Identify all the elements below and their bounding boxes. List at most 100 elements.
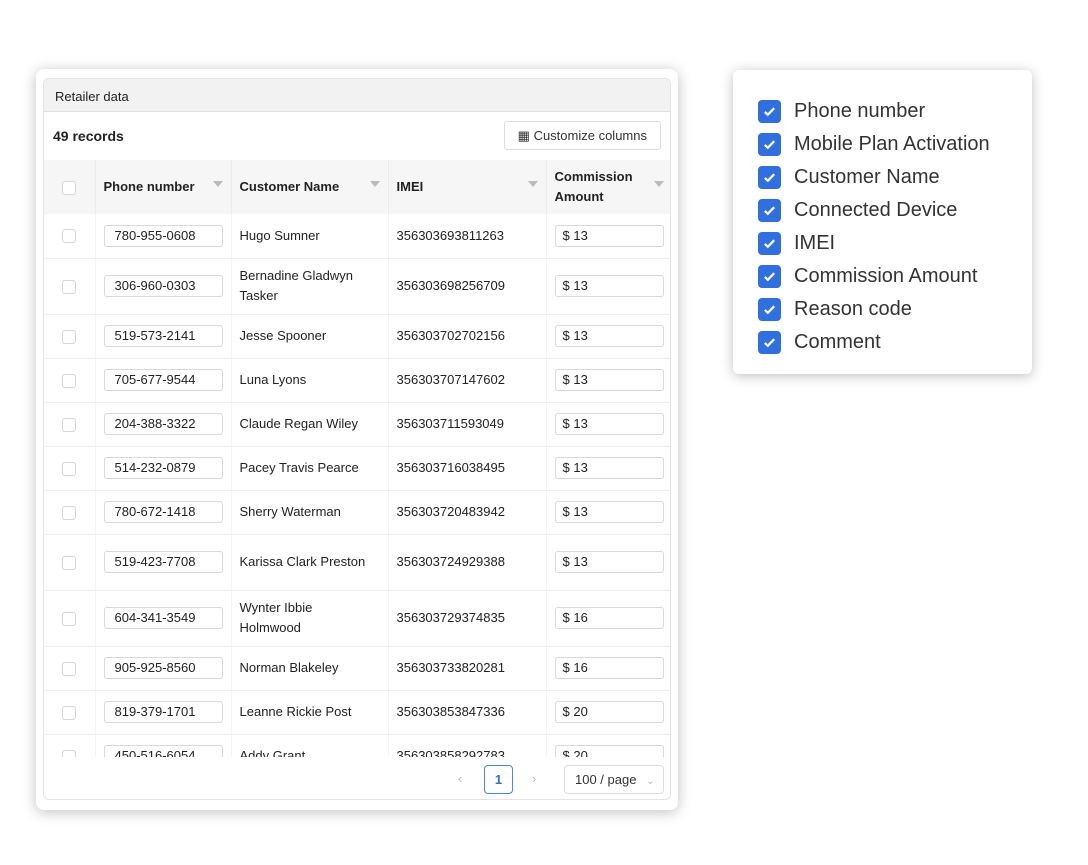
row-select-cell bbox=[44, 646, 96, 691]
checked-checkbox-icon[interactable] bbox=[758, 166, 781, 189]
phone-input[interactable]: 514-232-0879 bbox=[103, 457, 223, 479]
phone-input[interactable]: 780-955-0608 bbox=[103, 224, 223, 247]
customer-name-cell: Hugo Sumner bbox=[231, 214, 389, 259]
phone-input[interactable]: 705-677-9544 bbox=[103, 369, 223, 391]
column-header-imei[interactable]: IMEI bbox=[388, 160, 547, 214]
row-checkbox[interactable] bbox=[62, 417, 76, 432]
filter-icon[interactable] bbox=[212, 181, 223, 187]
table-row[interactable]: 780-672-1418 Sherry Waterman 35630372048… bbox=[44, 490, 670, 535]
commission-input[interactable]: $ 16 bbox=[554, 657, 664, 679]
checked-checkbox-icon[interactable] bbox=[758, 265, 781, 288]
commission-input[interactable]: $ 16 bbox=[554, 607, 664, 629]
phone-input[interactable]: 450-516-6054 bbox=[103, 745, 223, 757]
row-checkbox[interactable] bbox=[62, 461, 76, 476]
column-header-phone[interactable]: Phone number bbox=[95, 160, 232, 214]
prev-page-button[interactable]: ‹ bbox=[458, 771, 462, 786]
column-option[interactable]: Phone number bbox=[733, 95, 1032, 128]
phone-input[interactable]: 306-960-0303 bbox=[103, 275, 223, 297]
commission-input[interactable]: $ 13 bbox=[554, 551, 664, 573]
imei-cell: 356303720483942 bbox=[388, 490, 547, 535]
row-checkbox[interactable] bbox=[62, 611, 76, 626]
row-checkbox[interactable] bbox=[62, 705, 76, 720]
commission-input[interactable]: $ 13 bbox=[554, 325, 664, 347]
table-row[interactable]: 780-955-0608 Hugo Sumner 356303693811263… bbox=[44, 214, 670, 259]
row-checkbox[interactable] bbox=[62, 329, 76, 344]
phone-cell: 905-925-8560 bbox=[95, 646, 232, 691]
column-option[interactable]: Customer Name bbox=[733, 161, 1032, 194]
commission-input[interactable]: $ 13 bbox=[554, 275, 664, 297]
table-row[interactable]: 450-516-6054 Addy Grant 356303858292783 … bbox=[44, 734, 670, 757]
page-size-value: 100 / page bbox=[575, 772, 637, 787]
next-page-button[interactable]: › bbox=[532, 771, 536, 786]
column-option[interactable]: IMEI bbox=[733, 227, 1032, 260]
checked-checkbox-icon[interactable] bbox=[758, 331, 781, 354]
phone-input[interactable]: 819-379-1701 bbox=[103, 701, 223, 723]
row-checkbox[interactable] bbox=[62, 749, 76, 757]
phone-input[interactable]: 519-423-7708 bbox=[103, 551, 223, 573]
column-option[interactable]: Mobile Plan Activation bbox=[733, 128, 1032, 161]
column-option[interactable]: Connected Device bbox=[733, 194, 1032, 227]
commission-input[interactable]: $ 13 bbox=[554, 501, 664, 523]
column-option[interactable]: Reason code bbox=[733, 293, 1032, 326]
column-option-label: Reason code bbox=[794, 298, 912, 320]
column-option[interactable]: Comment bbox=[733, 326, 1032, 359]
table-row[interactable]: 905-925-8560 Norman Blakeley 35630373382… bbox=[44, 646, 670, 691]
select-all-checkbox[interactable] bbox=[62, 180, 76, 195]
commission-input[interactable]: $ 13 bbox=[554, 457, 664, 479]
filter-icon[interactable] bbox=[653, 181, 664, 187]
phone-input[interactable]: 905-925-8560 bbox=[103, 657, 223, 679]
checked-checkbox-icon[interactable] bbox=[758, 100, 781, 123]
customer-name-cell: Claude Regan Wiley bbox=[231, 402, 389, 447]
column-header-commission[interactable]: Commission Amount bbox=[546, 160, 670, 214]
commission-input[interactable]: $ 13 bbox=[554, 369, 664, 391]
row-checkbox[interactable] bbox=[62, 505, 76, 520]
checked-checkbox-icon[interactable] bbox=[758, 298, 781, 321]
commission-input[interactable]: $ 20 bbox=[554, 745, 664, 757]
imei-cell: 356303698256709 bbox=[388, 258, 547, 315]
table-row[interactable]: 514-232-0879 Pacey Travis Pearce 3563037… bbox=[44, 446, 670, 491]
column-option-label: Comment bbox=[794, 331, 881, 353]
phone-cell: 514-232-0879 bbox=[95, 446, 232, 491]
customize-columns-button[interactable]: ▦ Customize columns bbox=[503, 121, 661, 150]
column-option[interactable]: Commission Amount bbox=[733, 260, 1032, 293]
chevron-down-icon: ⌄ bbox=[646, 776, 655, 787]
page-1-button[interactable]: 1 bbox=[484, 765, 513, 794]
checked-checkbox-icon[interactable] bbox=[758, 199, 781, 222]
records-count: 49 records bbox=[53, 128, 124, 144]
table-row[interactable]: 819-379-1701 Leanne Rickie Post 35630385… bbox=[44, 690, 670, 735]
row-select-cell bbox=[44, 214, 96, 259]
phone-cell: 780-672-1418 bbox=[95, 490, 232, 535]
phone-input[interactable]: 604-341-3549 bbox=[103, 607, 223, 629]
table-row[interactable]: 519-573-2141 Jesse Spooner 3563037027021… bbox=[44, 314, 670, 359]
customer-name-cell: Wynter Ibbie Holmwood bbox=[231, 590, 389, 647]
phone-cell: 519-573-2141 bbox=[95, 314, 232, 359]
row-select-cell bbox=[44, 358, 96, 403]
filter-icon[interactable] bbox=[527, 181, 538, 187]
table-row[interactable]: 306-960-0303 Bernadine Gladwyn Tasker 35… bbox=[44, 258, 670, 315]
commission-input[interactable]: $ 13 bbox=[554, 413, 664, 435]
row-checkbox[interactable] bbox=[62, 661, 76, 676]
phone-input[interactable]: 519-573-2141 bbox=[103, 325, 223, 347]
table-row[interactable]: 604-341-3549 Wynter Ibbie Holmwood 35630… bbox=[44, 590, 670, 647]
row-checkbox[interactable] bbox=[62, 373, 76, 388]
page-size-select[interactable]: 100 / page ⌄ bbox=[564, 765, 664, 794]
column-option-label: Commission Amount bbox=[794, 265, 978, 287]
table-row[interactable]: 519-423-7708 Karissa Clark Preston 35630… bbox=[44, 534, 670, 591]
checked-checkbox-icon[interactable] bbox=[758, 133, 781, 156]
commission-cell: $ 13 bbox=[546, 490, 670, 535]
phone-cell: 604-341-3549 bbox=[95, 590, 232, 647]
column-header-name[interactable]: Customer Name bbox=[231, 160, 389, 214]
row-checkbox[interactable] bbox=[62, 555, 76, 570]
table-row[interactable]: 204-388-3322 Claude Regan Wiley 35630371… bbox=[44, 402, 670, 447]
phone-input[interactable]: 780-672-1418 bbox=[103, 501, 223, 523]
commission-input[interactable]: $ 13 bbox=[554, 224, 664, 247]
data-table[interactable]: Phone number Customer Name IMEI Commissi… bbox=[44, 160, 670, 757]
commission-cell: $ 13 bbox=[546, 314, 670, 359]
filter-icon[interactable] bbox=[369, 181, 380, 187]
checked-checkbox-icon[interactable] bbox=[758, 232, 781, 255]
phone-input[interactable]: 204-388-3322 bbox=[103, 413, 223, 435]
row-checkbox[interactable] bbox=[62, 279, 76, 294]
row-checkbox[interactable] bbox=[62, 229, 76, 244]
commission-input[interactable]: $ 20 bbox=[554, 701, 664, 723]
table-row[interactable]: 705-677-9544 Luna Lyons 356303707147602 … bbox=[44, 358, 670, 403]
